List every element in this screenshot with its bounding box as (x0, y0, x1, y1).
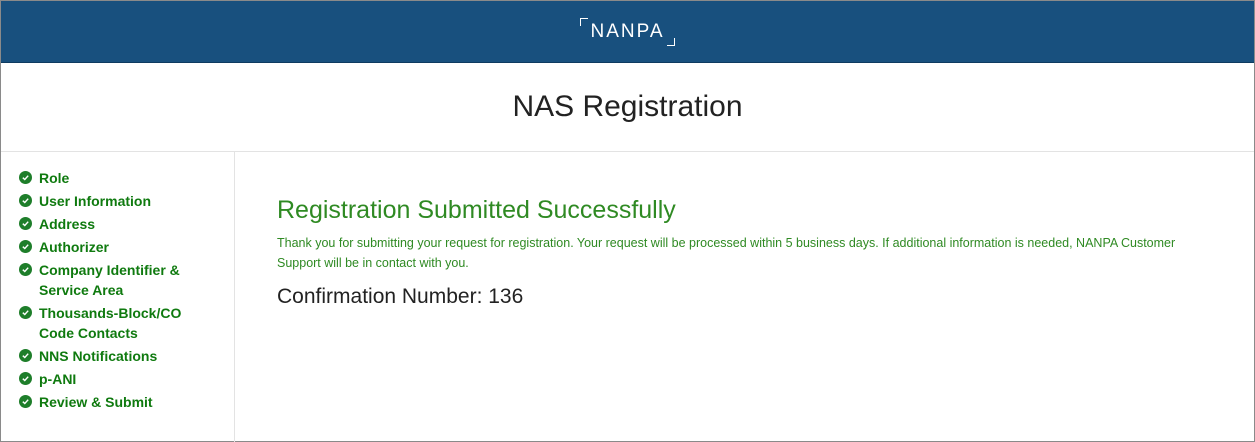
step-label: Review & Submit (39, 394, 153, 410)
step-review-submit[interactable]: Review & Submit (1, 392, 234, 412)
logo-bracket-left (580, 17, 589, 26)
check-circle-icon (19, 395, 32, 408)
logo-bracket-right (666, 37, 675, 46)
step-label: p-ANI (39, 371, 77, 387)
step-label: Authorizer (39, 239, 109, 255)
main-panel: Registration Submitted Successfully Than… (235, 152, 1254, 442)
step-authorizer[interactable]: Authorizer (1, 237, 234, 257)
step-thousands-block-contacts[interactable]: Thousands-Block/CO Code Contacts (1, 303, 234, 343)
step-company-identifier[interactable]: Company Identifier & Service Area (1, 260, 234, 300)
app-frame: NANPA NAS Registration Role User Informa… (0, 0, 1255, 442)
check-circle-icon (19, 372, 32, 385)
check-circle-icon (19, 217, 32, 230)
step-label: Company Identifier & Service Area (39, 262, 180, 298)
step-label: User Information (39, 193, 152, 209)
check-circle-icon (19, 349, 32, 362)
nanpa-logo[interactable]: NANPA (580, 17, 675, 46)
check-circle-icon (19, 240, 32, 253)
step-label: Role (39, 170, 70, 186)
step-label: NNS Notifications (39, 348, 158, 364)
step-p-ani[interactable]: p-ANI (1, 369, 234, 389)
success-heading: Registration Submitted Successfully (277, 196, 676, 224)
page-title: NAS Registration (512, 90, 743, 123)
step-address[interactable]: Address (1, 214, 234, 234)
check-circle-icon (19, 306, 32, 319)
step-nns-notifications[interactable]: NNS Notifications (1, 346, 234, 366)
page-title-bar: NAS Registration (1, 63, 1254, 152)
content-area: Role User Information Address Authorizer… (1, 152, 1254, 442)
check-circle-icon (19, 263, 32, 276)
check-circle-icon (19, 194, 32, 207)
confirmation-number: Confirmation Number: 136 (277, 285, 524, 308)
step-label: Address (39, 216, 96, 232)
step-role[interactable]: Role (1, 168, 234, 188)
check-circle-icon (19, 171, 32, 184)
registration-steps-sidebar: Role User Information Address Authorizer… (1, 152, 235, 442)
success-message: Thank you for submitting your request fo… (277, 236, 1176, 270)
logo-text: NANPA (590, 20, 665, 42)
step-user-information[interactable]: User Information (1, 191, 234, 211)
top-header-bar: NANPA (1, 1, 1254, 63)
step-label: Thousands-Block/CO Code Contacts (39, 305, 182, 341)
